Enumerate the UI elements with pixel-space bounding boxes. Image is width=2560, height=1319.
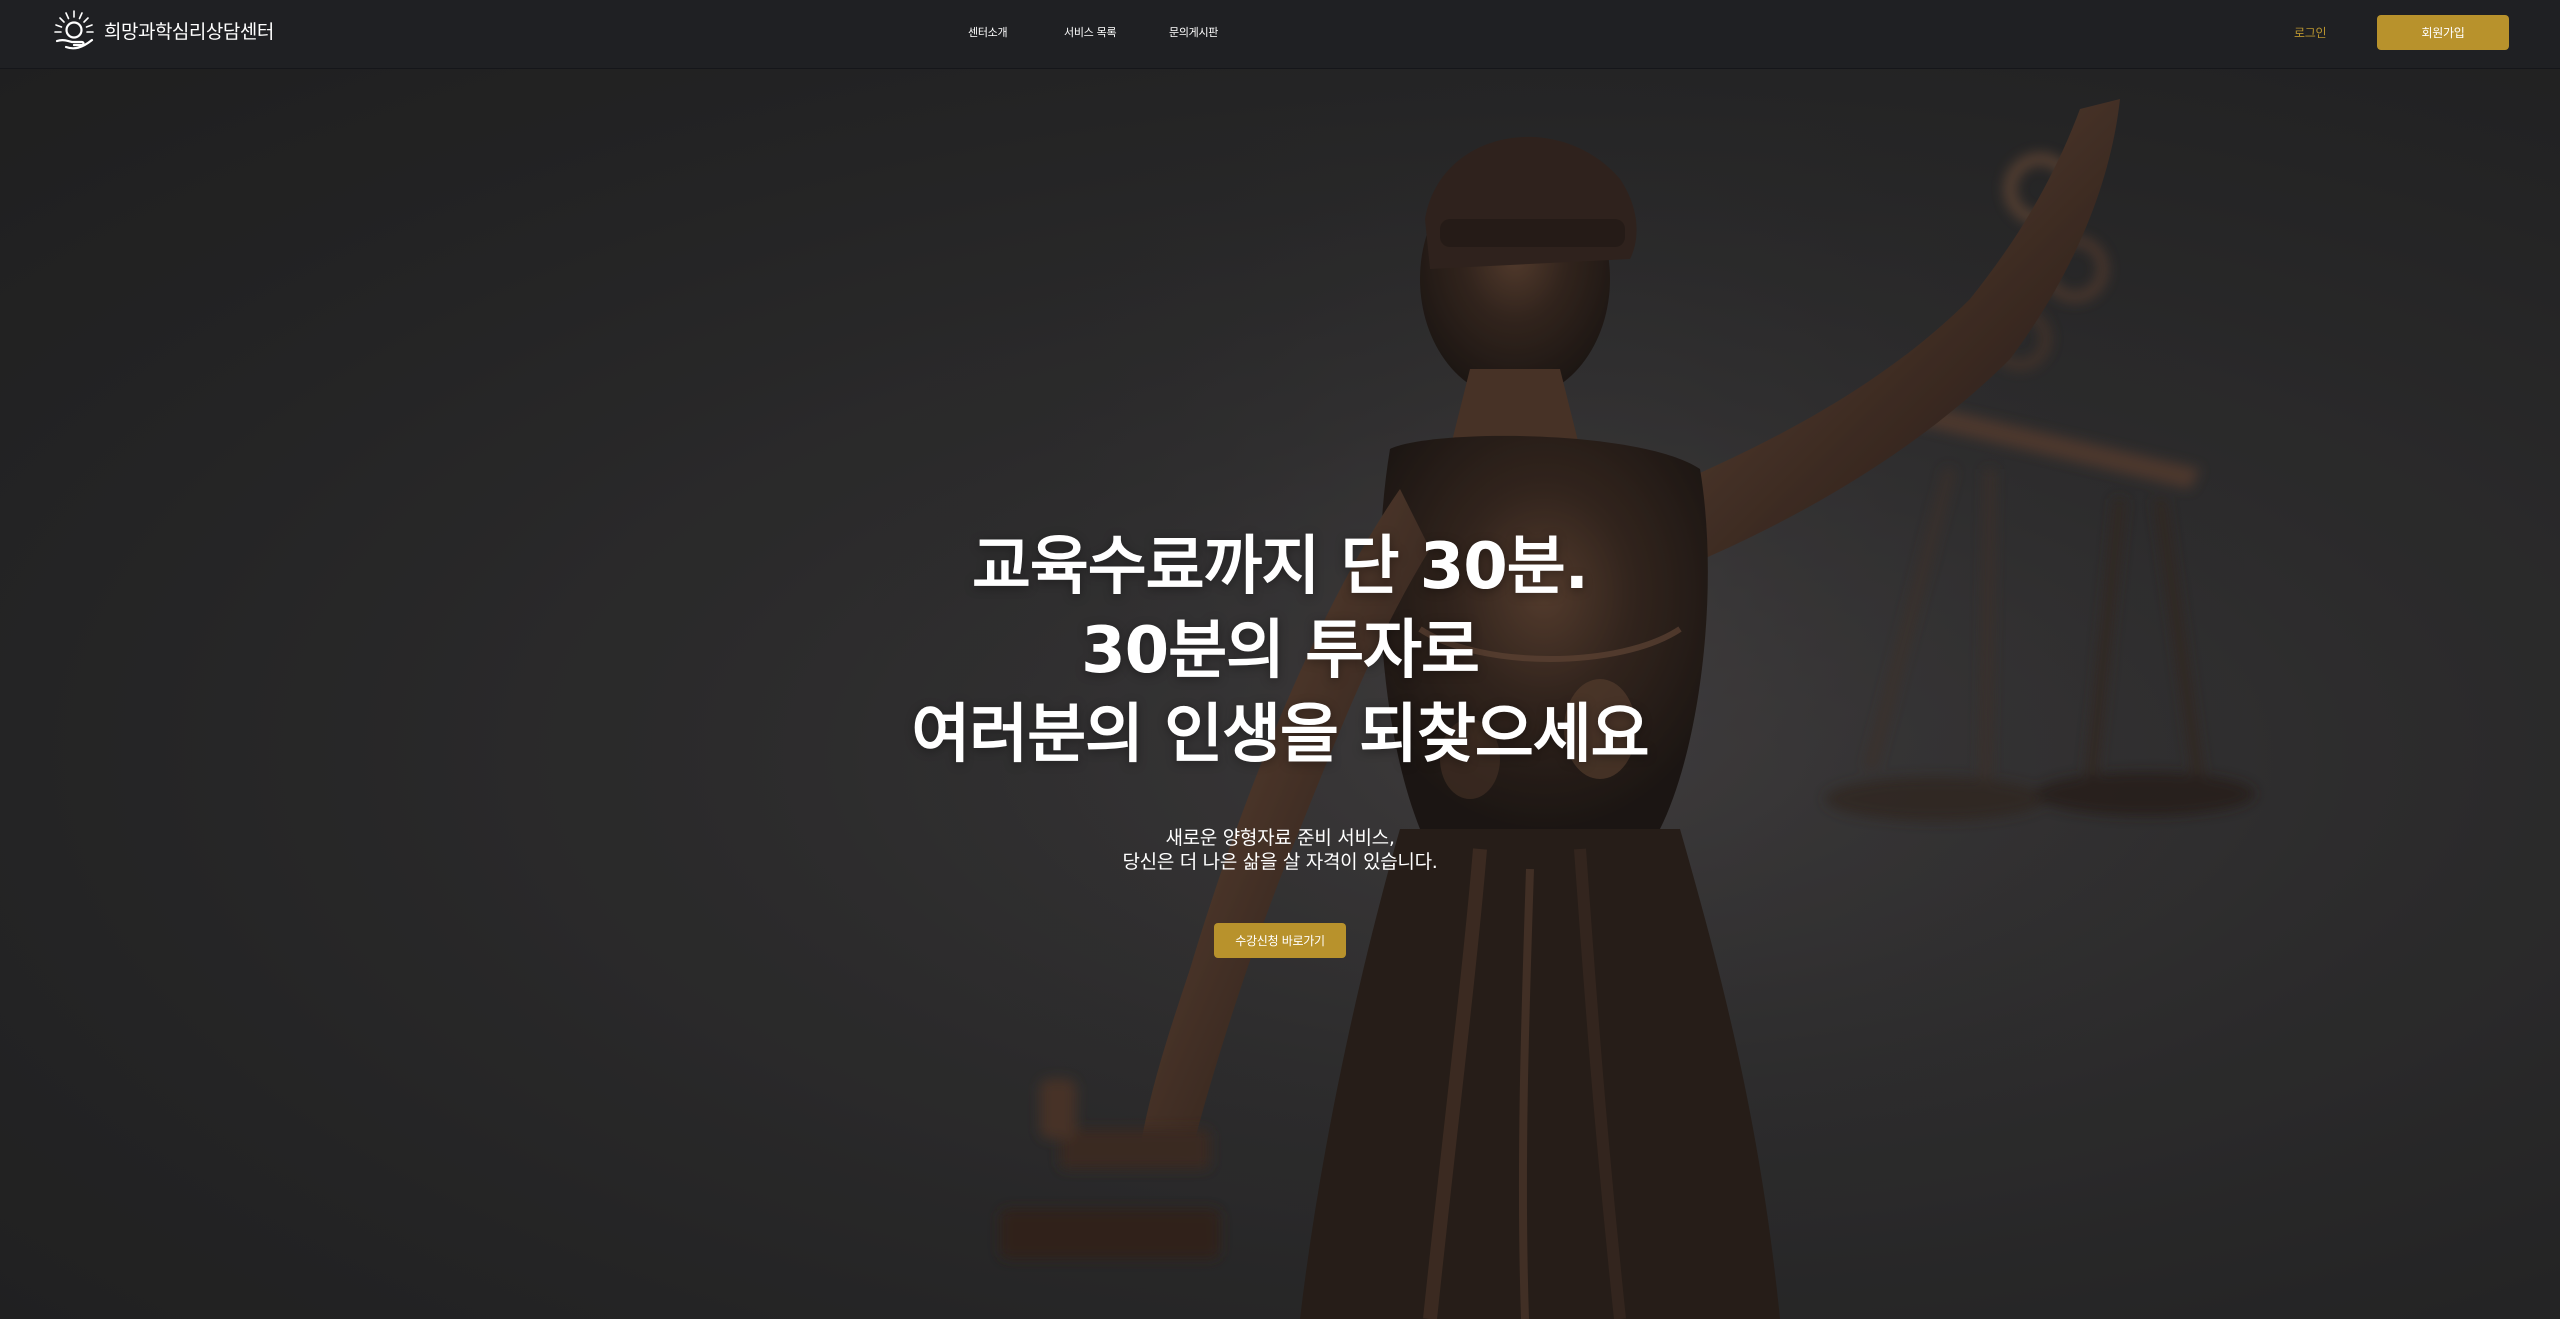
headline-line-1: 교육수료까지 단 30분. bbox=[972, 530, 1589, 604]
logo-text: 희망과학심리상담센터 bbox=[104, 20, 274, 43]
subtitle-line-1: 새로운 양형자료 준비 서비스, bbox=[1165, 827, 1395, 849]
hero-section: 교육수료까지 단 30분. 30분의 투자로 여러분의 인생을 되찾으세요 새로… bbox=[0, 69, 2560, 1319]
headline-line-2: 30분의 투자로 bbox=[1081, 614, 1480, 688]
sun-hand-icon bbox=[54, 10, 94, 50]
signup-button[interactable]: 회원가입 bbox=[2377, 15, 2509, 50]
logo[interactable]: 희망과학심리상담센터 bbox=[52, 8, 274, 52]
hero-subtitle: 새로운 양형자료 준비 서비스, 당신은 더 나은 삶을 살 자격이 있습니다. bbox=[880, 826, 1680, 874]
login-link[interactable]: 로그인 bbox=[2294, 24, 2327, 41]
nav-inquiry-board[interactable]: 문의게시판 bbox=[1169, 24, 1218, 40]
hero-content: 교육수료까지 단 30분. 30분의 투자로 여러분의 인생을 되찾으세요 새로… bbox=[0, 69, 2560, 1319]
subtitle-line-2: 당신은 더 나은 삶을 살 자격이 있습니다. bbox=[1122, 851, 1438, 873]
page: 희망과학심리상담센터 센터소개 서비스 목록 문의게시판 로그인 회원가입 교육… bbox=[0, 0, 2560, 1319]
nav-center-intro[interactable]: 센터소개 bbox=[968, 24, 1008, 40]
hero-headline: 교육수료까지 단 30분. 30분의 투자로 여러분의 인생을 되찾으세요 bbox=[780, 525, 1780, 777]
enroll-button[interactable]: 수강신청 바로가기 bbox=[1214, 923, 1346, 958]
site-header: 희망과학심리상담센터 센터소개 서비스 목록 문의게시판 로그인 회원가입 bbox=[0, 0, 2560, 69]
nav-service-list[interactable]: 서비스 목록 bbox=[1064, 24, 1117, 40]
headline-line-3: 여러분의 인생을 되찾으세요 bbox=[911, 698, 1649, 772]
